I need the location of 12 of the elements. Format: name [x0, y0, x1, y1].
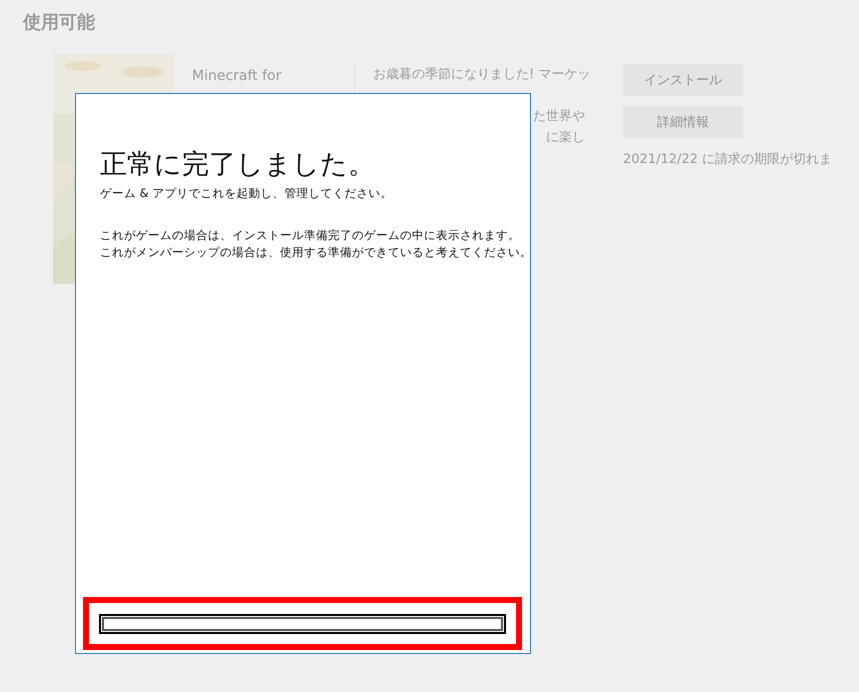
description-text: た世界や	[533, 108, 585, 126]
section-heading: 使用可能	[23, 11, 95, 34]
description-text: に楽し	[546, 129, 585, 147]
dialog-subtitle: ゲーム & アプリでこれを起動し、管理してください。	[100, 186, 394, 201]
details-button[interactable]: 詳細情報	[623, 106, 743, 138]
dialog-text: これがメンバーシップの場合は、使用する準備ができていると考えてください。	[100, 244, 530, 261]
product-title: Minecraft for	[192, 67, 282, 86]
dialog-text: これがゲームの場合は、インストール準備完了のゲームの中に表示されます。	[100, 227, 521, 244]
install-button[interactable]: インストール	[623, 64, 743, 96]
expiry-text: 2021/12/22 に請求の期限が切れま	[623, 151, 832, 168]
dialog-title: 正常に完了しました。	[100, 148, 376, 182]
description-text: お歳暮の季節になりました! マーケッ	[373, 66, 590, 84]
